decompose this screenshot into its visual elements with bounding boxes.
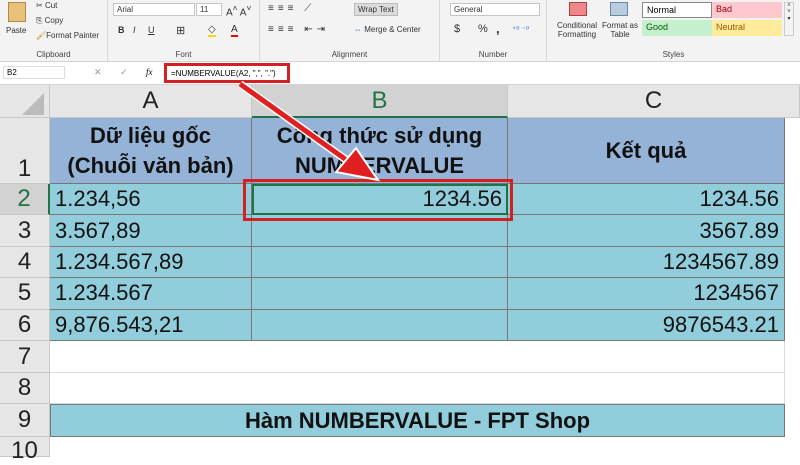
arrow-annotation (237, 80, 381, 182)
arrow-shaft (238, 81, 354, 167)
